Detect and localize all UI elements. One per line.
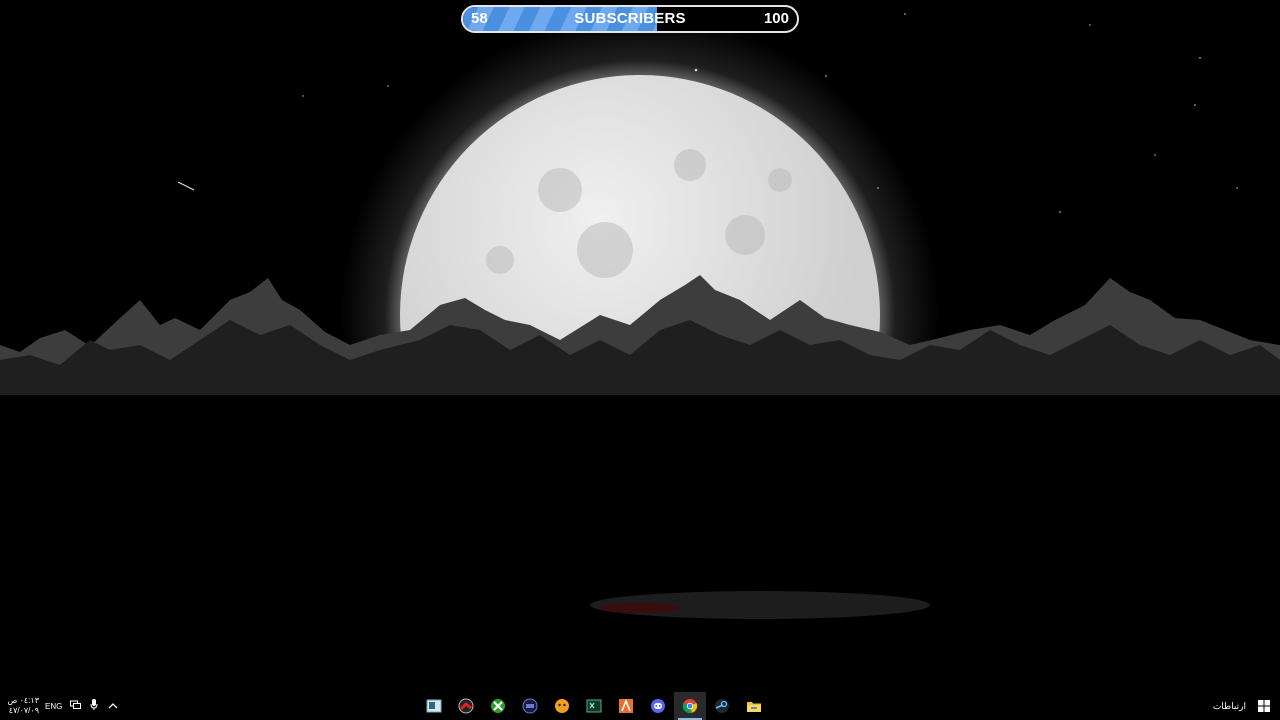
desktop-wallpaper — [0, 0, 1280, 720]
windows-start-icon[interactable] — [1258, 700, 1270, 712]
taskbar-app-xbox[interactable] — [482, 692, 514, 720]
show-hidden-icons-chevron-up-icon[interactable] — [107, 701, 119, 712]
taskbar-app-photo-viewer[interactable] — [418, 692, 450, 720]
clock[interactable]: ٠٤:١٣ ص ٤٧/٠٧/٠٩ — [3, 696, 39, 716]
orange-a-app-icon — [619, 698, 633, 713]
subscriber-progress-bar: 58 SUBSCRIBERS 100 — [461, 5, 799, 33]
taskbar: ٠٤:١٣ ص ٤٧/٠٧/٠٩ ENG ارتباطات — [0, 692, 1280, 720]
ember-glow — [600, 603, 680, 613]
blue-dial-icon — [522, 698, 538, 714]
discord-icon — [651, 699, 665, 713]
taskbar-app-discord[interactable] — [642, 692, 674, 720]
file-explorer-icon — [747, 702, 761, 712]
chrome-icon — [682, 699, 698, 714]
subscriber-target-count: 100 — [763, 10, 789, 27]
steam-icon — [715, 699, 729, 713]
clock-time: ٠٤:١٣ ص — [7, 696, 39, 705]
taskbar-app-orange-a[interactable] — [610, 692, 642, 720]
clock-date: ٤٧/٠٧/٠٩ — [8, 706, 39, 715]
taskbar-app-terminal[interactable] — [578, 692, 610, 720]
red-app-icon — [458, 698, 474, 714]
network-icon[interactable] — [69, 700, 81, 713]
taskbar-app-file-explorer[interactable] — [738, 692, 770, 720]
taskbar-app-blue-dial[interactable] — [514, 692, 546, 720]
microphone-icon[interactable] — [88, 699, 100, 713]
system-tray: ٠٤:١٣ ص ٤٧/٠٧/٠٩ ENG — [0, 692, 119, 720]
taskbar-apps — [418, 692, 770, 720]
taskbar-app-orange-game[interactable] — [546, 692, 578, 720]
contacts-button[interactable]: ارتباطات — [1213, 692, 1246, 720]
taskbar-app-chrome[interactable] — [674, 692, 706, 720]
subscriber-label: SUBSCRIBERS — [574, 10, 686, 27]
taskbar-app-red[interactable] — [450, 692, 482, 720]
input-language-button[interactable]: ENG — [45, 702, 62, 711]
xbox-icon — [491, 699, 505, 713]
taskbar-app-steam[interactable] — [706, 692, 738, 720]
orange-game-icon — [555, 699, 569, 713]
terminal-icon — [586, 699, 602, 713]
photo-viewer-icon — [426, 699, 442, 713]
